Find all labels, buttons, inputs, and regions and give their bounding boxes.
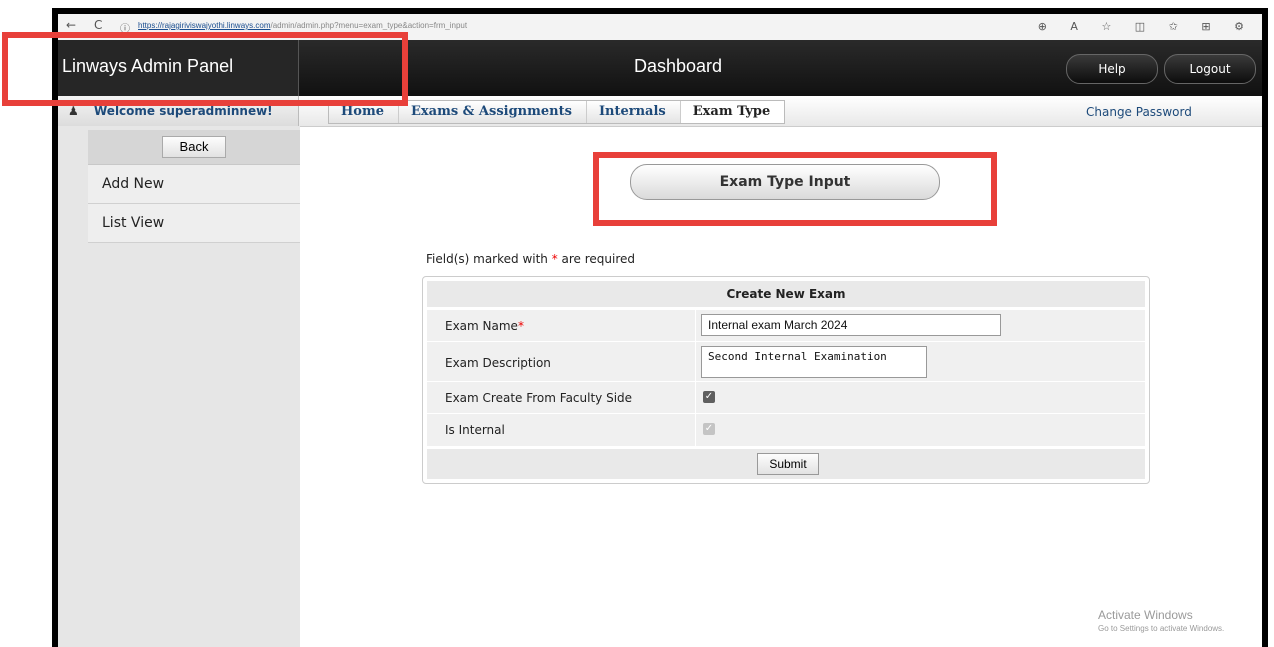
create-exam-form: Create New Exam Exam Name* Internal exam… (422, 276, 1150, 484)
exam-name-row: Exam Name* Internal exam March 2024 (427, 309, 1145, 342)
required-note: Field(s) marked with * are required (426, 252, 635, 266)
url-path: /admin/admin.php?menu=exam_type&action=f… (270, 21, 468, 30)
faculty-side-checkbox[interactable]: ✓ (703, 391, 715, 403)
watermark-subtitle: Go to Settings to activate Windows. (1098, 624, 1225, 633)
back-arrow-icon[interactable]: ← (66, 18, 76, 32)
faculty-side-label: Exam Create From Faculty Side (445, 391, 633, 405)
is-internal-row: Is Internal ✓ (427, 413, 1145, 446)
back-button[interactable]: Back (162, 136, 226, 158)
back-row: Back (88, 130, 300, 165)
exam-description-label: Exam Description (445, 356, 551, 370)
watermark-title: Activate Windows (1098, 608, 1193, 622)
annotation-box-brand (2, 32, 408, 106)
exam-description-textarea[interactable]: Second Internal Examination (701, 346, 927, 378)
sidebar-item-list-view[interactable]: List View (88, 204, 300, 243)
is-internal-checkbox: ✓ (703, 423, 715, 435)
exam-description-row: Exam Description Second Internal Examina… (427, 341, 1145, 382)
change-password-link[interactable]: Change Password (1086, 105, 1192, 119)
user-icon: ♟ (68, 104, 79, 118)
screen: ← C ⓘ https://rajagiriviswajyothi.linway… (58, 14, 1262, 647)
column-divider (695, 382, 696, 414)
required-star: * (517, 319, 524, 333)
is-internal-label: Is Internal (445, 423, 505, 437)
sidebar-menu: Back Add New List View (88, 130, 300, 243)
browser-toolbar-icons[interactable]: ⊕ A ☆ ◫ ✩ ⊞ ⚙ (1038, 20, 1254, 33)
exam-name-label-text: Exam Name (445, 319, 518, 333)
required-note-text: Field(s) marked with (426, 252, 552, 266)
refresh-icon[interactable]: C (94, 18, 102, 32)
submit-row: Submit (427, 449, 1145, 479)
exam-name-label: Exam Name* (445, 319, 524, 333)
address-bar[interactable]: https://rajagiriviswajyothi.linways.com/… (138, 21, 467, 30)
breadcrumb-exams-assignments[interactable]: Exams & Assignments (399, 101, 587, 123)
activate-windows-watermark: Activate Windows Go to Settings to activ… (1098, 608, 1224, 633)
faculty-side-row: Exam Create From Faculty Side ✓ (427, 381, 1145, 414)
sidebar-item-add-new[interactable]: Add New (88, 165, 300, 204)
column-divider (695, 342, 696, 382)
url-host: https://rajagiriviswajyothi.linways.com (138, 21, 271, 30)
column-divider (695, 414, 696, 446)
breadcrumb-internals[interactable]: Internals (587, 101, 681, 123)
form-title: Create New Exam (427, 281, 1145, 307)
annotation-box-section-title (593, 152, 997, 226)
required-note-text-end: are required (557, 252, 636, 266)
page-title: Dashboard (634, 56, 723, 76)
exam-name-input[interactable]: Internal exam March 2024 (701, 314, 1001, 336)
welcome-text: Welcome superadminnew! (94, 104, 273, 118)
breadcrumb-exam-type: Exam Type (680, 101, 785, 123)
help-button[interactable]: Help (1066, 54, 1158, 84)
sidebar: Back Add New List View (58, 126, 300, 647)
logout-button[interactable]: Logout (1164, 54, 1256, 84)
submit-button[interactable]: Submit (757, 453, 819, 475)
column-divider (695, 310, 696, 342)
